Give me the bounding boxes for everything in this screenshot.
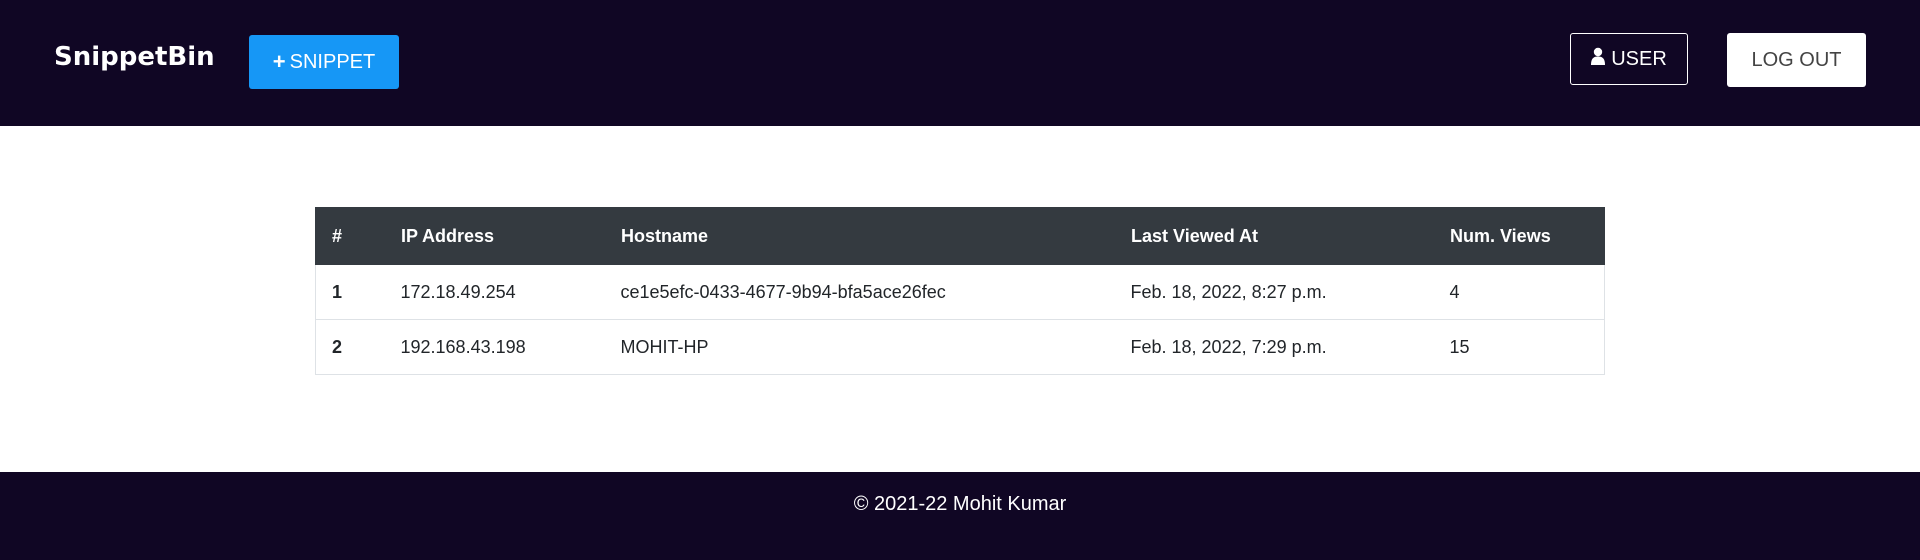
brand-logo[interactable]: SnippetBin <box>54 42 215 72</box>
views-table-container: # IP Address Hostname Last Viewed At Num… <box>315 207 1605 375</box>
views-table: # IP Address Hostname Last Viewed At Num… <box>315 207 1605 375</box>
row-hostname: MOHIT-HP <box>604 319 1115 375</box>
row-num-views: 15 <box>1433 319 1605 375</box>
add-snippet-button[interactable]: + SNIPPET <box>249 35 399 89</box>
row-number: 1 <box>315 264 385 320</box>
user-icon <box>1591 47 1606 71</box>
user-button[interactable]: USER <box>1570 33 1688 85</box>
header-num: # <box>315 207 385 265</box>
table-row: 2 192.168.43.198 MOHIT-HP Feb. 18, 2022,… <box>315 319 1605 375</box>
copyright-text: © 2021-22 Mohit Kumar <box>853 492 1067 515</box>
header-num-views: Num. Views <box>1433 207 1605 265</box>
top-navbar: SnippetBin + SNIPPET USER LOG OUT <box>0 0 1920 126</box>
header-hostname: Hostname <box>604 207 1115 265</box>
user-label: USER <box>1611 47 1667 70</box>
table-header-row: # IP Address Hostname Last Viewed At Num… <box>315 207 1605 265</box>
add-snippet-label: SNIPPET <box>289 50 376 73</box>
page-footer: © 2021-22 Mohit Kumar <box>0 472 1920 560</box>
row-last-viewed: Feb. 18, 2022, 8:27 p.m. <box>1114 264 1434 320</box>
row-hostname: ce1e5efc-0433-4677-9b94-bfa5ace26fec <box>604 264 1115 320</box>
header-last-viewed: Last Viewed At <box>1114 207 1434 265</box>
row-ip-address: 192.168.43.198 <box>384 319 605 375</box>
plus-icon: + <box>272 49 286 74</box>
logout-button[interactable]: LOG OUT <box>1727 33 1866 87</box>
row-ip-address: 172.18.49.254 <box>384 264 605 320</box>
row-last-viewed: Feb. 18, 2022, 7:29 p.m. <box>1114 319 1434 375</box>
table-row: 1 172.18.49.254 ce1e5efc-0433-4677-9b94-… <box>315 264 1605 320</box>
row-number: 2 <box>315 319 385 375</box>
row-num-views: 4 <box>1433 264 1605 320</box>
header-ip-address: IP Address <box>384 207 605 265</box>
